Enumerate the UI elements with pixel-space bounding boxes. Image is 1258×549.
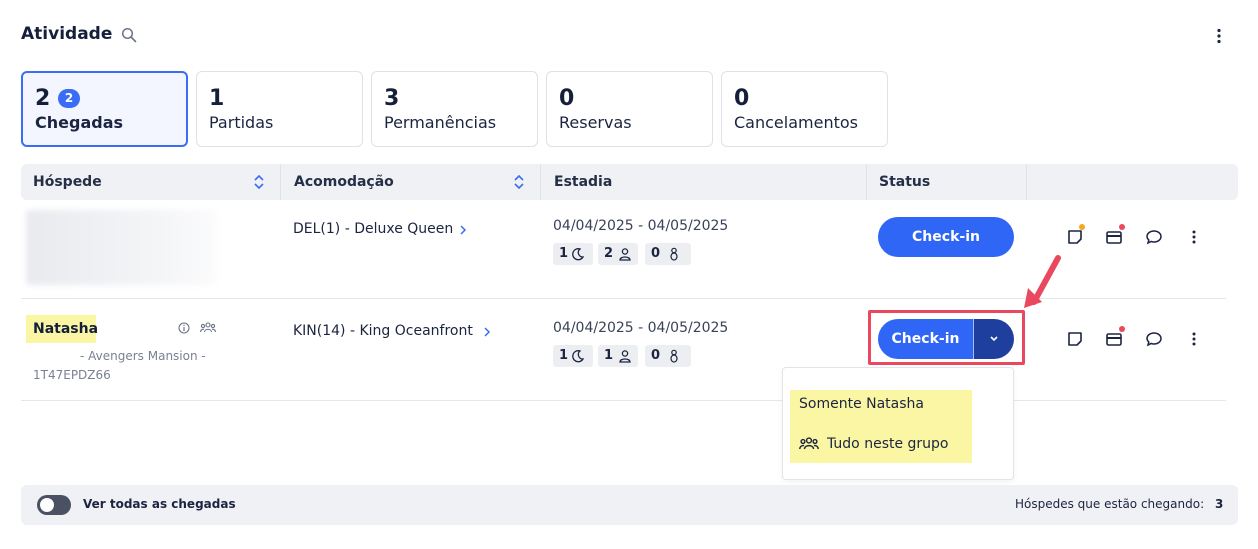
footer-bar: Ver todas as chegadas Hóspedes que estão… [21,485,1238,525]
moon-icon [572,350,585,363]
check-in-button[interactable]: Check-in [878,217,1014,257]
toggle-label: Ver todas as chegadas [83,497,236,511]
chevron-right-icon[interactable] [482,326,492,338]
baby-icon [670,247,678,261]
card-label: Reservas [559,113,632,132]
column-accommodation: Acomodação [294,174,394,190]
group-name: - Avengers Mansion - [80,349,206,363]
chat-icon[interactable] [1145,330,1163,348]
accommodation-name[interactable]: KIN(14) - King Oceanfront [293,323,473,339]
card-label: Cancelamentos [734,113,858,132]
group-icon [799,437,819,450]
children-chip: 0 [645,345,691,367]
group-icon[interactable] [200,321,216,335]
nights-count: 1 [559,246,569,261]
person-icon [619,350,631,363]
accommodation-name[interactable]: DEL(1) - Deluxe Queen [293,221,453,237]
nights-count: 1 [559,348,569,363]
guest-name[interactable]: Natasha [33,321,98,337]
column-status: Status [879,174,931,190]
children-count: 0 [651,348,661,363]
annotation-arrow-icon [1024,255,1061,308]
payment-card-icon[interactable] [1105,330,1123,348]
menu-item-only-guest[interactable]: Somente Natasha [799,396,924,412]
card-count: 0 [734,86,750,111]
page-title: Atividade [21,24,113,44]
card-count: 2 [35,86,51,111]
card-count: 1 [209,86,225,111]
card-count: 0 [559,86,575,111]
annotation-highlight-box [868,310,1025,365]
adults-chip: 1 [598,345,638,367]
arriving-guests-count: 3 [1215,497,1224,511]
column-guest: Hóspede [33,174,102,190]
show-all-arrivals-toggle[interactable] [37,495,71,515]
column-stay: Estadia [554,174,613,190]
adults-count: 2 [604,246,614,261]
note-icon[interactable] [1066,330,1084,348]
stay-dates: 04/04/2025 - 04/05/2025 [553,320,729,336]
children-chip: 0 [645,243,691,265]
stay-dates: 04/04/2025 - 04/05/2025 [553,218,729,234]
card-label: Permanências [384,113,497,132]
card-label: Chegadas [35,113,124,132]
card-cancellations[interactable]: 0 Cancelamentos [721,71,888,147]
note-indicator-dot [1079,224,1085,230]
sort-icon[interactable] [253,174,265,190]
person-icon [619,248,631,261]
row-menu-icon[interactable] [1185,330,1203,348]
adults-count: 1 [604,348,614,363]
baby-icon [670,349,678,363]
card-stays[interactable]: 3 Permanências [371,71,538,147]
chat-icon[interactable] [1145,228,1163,246]
card-count: 3 [384,86,400,111]
payment-indicator-dot-2 [1119,326,1125,332]
guest-name-redacted [26,210,216,285]
info-icon[interactable] [178,322,190,334]
reservation-code: 1T47EPDZ66 [33,368,111,382]
card-reservations[interactable]: 0 Reservas [546,71,713,147]
nights-chip: 1 [553,243,593,265]
table-header: Hóspede Acomodação Estadia Status [21,164,1238,200]
adults-chip: 2 [598,243,638,265]
payment-indicator-dot [1119,224,1125,230]
payment-card-icon[interactable] [1105,228,1123,246]
nights-chip: 1 [553,345,593,367]
card-badge: 2 [58,89,80,108]
card-departures[interactable]: 1 Partidas [196,71,363,147]
chevron-right-icon[interactable] [458,224,468,236]
row-menu-icon[interactable] [1185,228,1203,246]
menu-item-whole-group[interactable]: Tudo neste grupo [827,436,949,452]
search-icon[interactable] [121,27,137,43]
arriving-guests-label: Hóspedes que estão chegando: [1015,497,1205,511]
sort-icon[interactable] [513,174,525,190]
card-label: Partidas [209,113,274,132]
moon-icon [572,248,585,261]
card-arrivals[interactable]: 2 2 Chegadas [21,71,188,147]
check-in-dropdown-menu: Somente Natasha Tudo neste grupo [782,367,1014,480]
note-icon[interactable] [1066,228,1084,246]
children-count: 0 [651,246,661,261]
more-options-icon[interactable] [1210,27,1228,45]
